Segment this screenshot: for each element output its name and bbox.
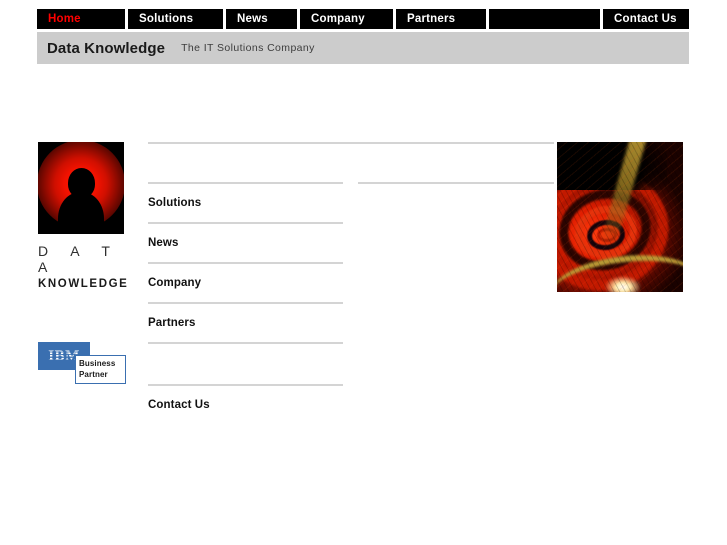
red-fractal-spiral-image <box>557 142 683 292</box>
main-link-solutions[interactable]: Solutions <box>148 184 343 222</box>
artwork-texture-overlay <box>557 142 683 292</box>
business-partner-line2: Partner <box>79 370 108 379</box>
logo-silhouette <box>58 168 104 230</box>
link-block: Solutions News Company Partners Contact … <box>148 184 343 424</box>
divider-rule-right <box>358 182 554 184</box>
site-header-band: Data Knowledge The IT Solutions Company <box>37 32 689 64</box>
site-title: Data Knowledge <box>47 39 166 57</box>
site-tagline: The IT Solutions Company <box>181 42 315 54</box>
logo-wordmark-top: D A T A <box>38 243 120 275</box>
main-link-news[interactable]: News <box>148 224 343 262</box>
nav-item-partners[interactable]: Partners <box>396 9 486 29</box>
main-link-company[interactable]: Company <box>148 264 343 302</box>
person-silhouette-glow-icon <box>38 142 124 234</box>
nav-item-empty <box>489 9 600 29</box>
main-link-partners[interactable]: Partners <box>148 304 343 342</box>
main-link-list: Solutions News Company Partners Contact … <box>148 142 554 424</box>
business-partner-line1: Business <box>79 359 116 368</box>
divider-rule-split <box>148 182 554 184</box>
logo-wordmark-bottom: KNOWLEDGE <box>38 278 129 290</box>
brand-logo-block: D A T A KNOWLEDGE <box>38 142 138 290</box>
nav-item-home[interactable]: Home <box>37 9 125 29</box>
nav-item-solutions[interactable]: Solutions <box>128 9 223 29</box>
ibm-business-partner-logo: IBM Business Partner <box>38 342 126 384</box>
silhouette-shoulders <box>58 192 104 230</box>
divider-gap <box>343 182 358 184</box>
business-partner-label: Business Partner <box>75 355 126 384</box>
primary-navigation: Home Solutions News Company Partners Con… <box>37 9 689 29</box>
nav-item-company[interactable]: Company <box>300 9 393 29</box>
nav-item-contact-us[interactable]: Contact Us <box>603 9 689 29</box>
main-link-contact-us[interactable]: Contact Us <box>148 386 343 424</box>
nav-item-news[interactable]: News <box>226 9 297 29</box>
